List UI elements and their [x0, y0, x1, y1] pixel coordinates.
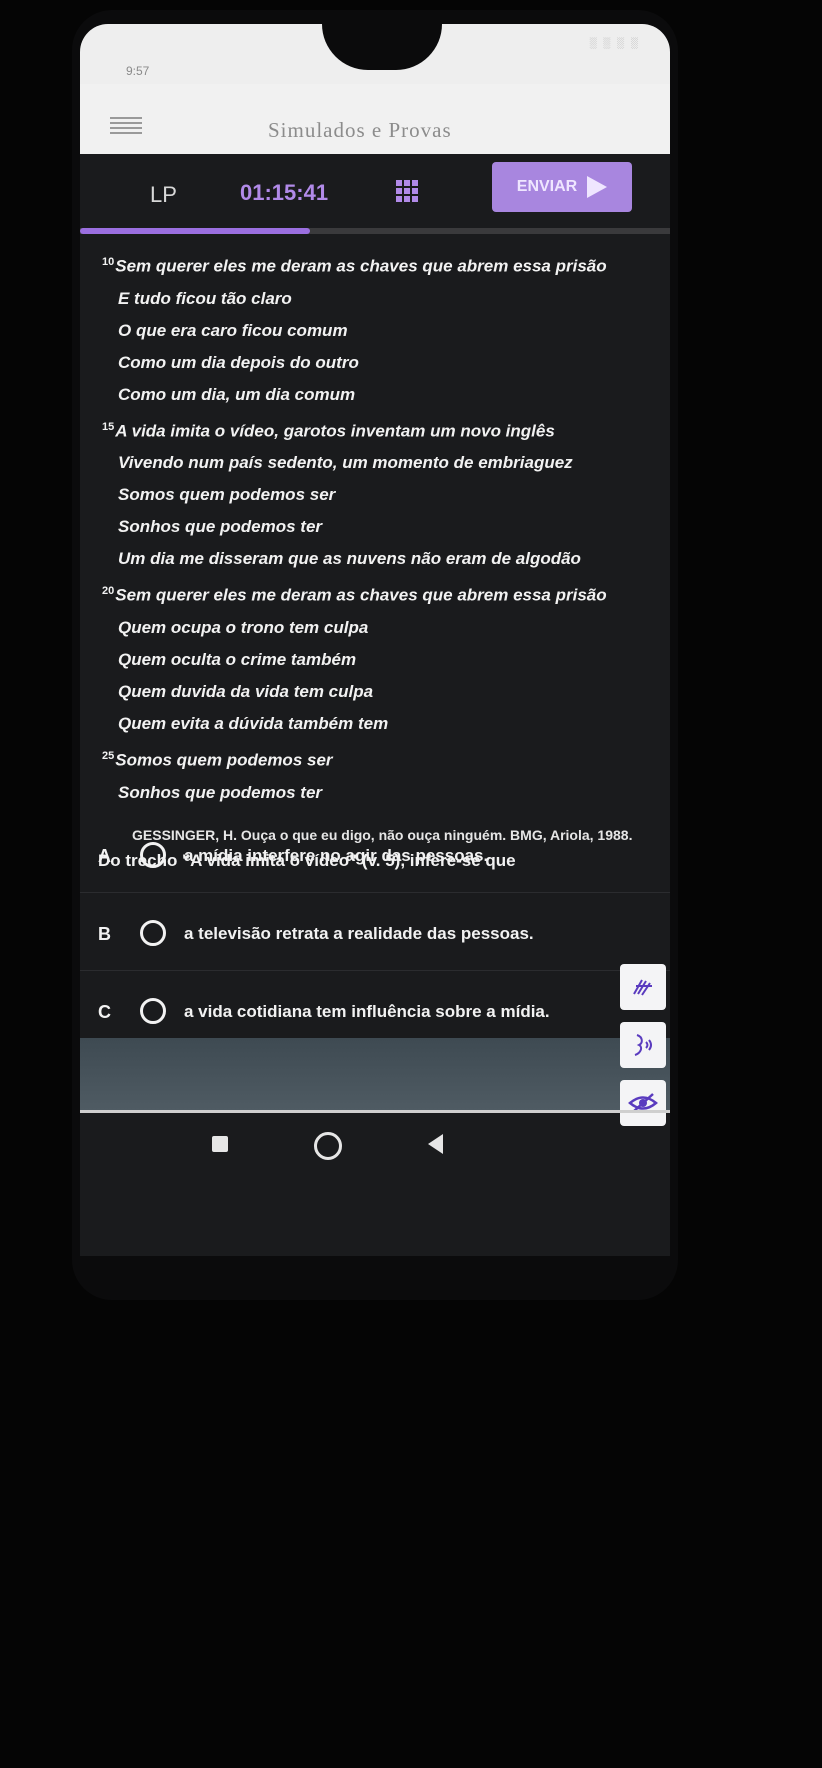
poem-line-text: Quem duvida da vida tem culpa — [118, 681, 374, 701]
poem-line: 15A vida imita o vídeo, garotos inventam… — [98, 411, 658, 448]
poem-line-text: Quem ocupa o trono tem culpa — [118, 617, 369, 637]
poem-line: Como um dia depois do outro — [98, 347, 658, 379]
poem-line: Quem ocupa o trono tem culpa — [98, 612, 658, 644]
option-text: a vida cotidiana tem influência sobre a … — [184, 1002, 550, 1021]
question-grid-icon[interactable] — [396, 180, 418, 202]
poem-line-text: O que era caro ficou comum — [118, 320, 348, 340]
option-a-radio[interactable] — [140, 842, 166, 868]
poem-line-text: Vivendo num país sedento, um momento de … — [118, 453, 573, 473]
poem-text: 10Sem querer eles me deram as chaves que… — [98, 246, 658, 809]
poem-line: Quem oculta o crime também — [98, 644, 658, 676]
exam-progress-fill — [80, 228, 311, 234]
poem-line-text: Somos quem podemos ser — [118, 485, 336, 505]
verse-number: 25 — [102, 749, 115, 762]
poem-line: Sonhos que podemos ter — [98, 511, 658, 543]
poem-line: O que era caro ficou comum — [98, 315, 658, 347]
poem-line-text: Um dia me disseram que as nuvens não era… — [118, 549, 581, 569]
system-nav-bar — [80, 1124, 670, 1184]
option-c-radio[interactable] — [140, 998, 166, 1024]
option-b[interactable]: B a televisão retrata a realidade das pe… — [80, 902, 670, 971]
option-b-radio[interactable] — [140, 920, 166, 946]
audio-speaker-icon — [634, 1034, 652, 1056]
app-header: Simulados e Provas — [80, 84, 670, 154]
send-button-label: ENVIAR — [516, 178, 578, 195]
verse-number: 10 — [102, 256, 115, 268]
poem-line-text: Quem evita a dúvida também tem — [118, 713, 389, 733]
footer-divider — [80, 1110, 670, 1113]
poem-line-text: Como um dia depois do outro — [118, 352, 359, 372]
app-screen: 9:57 ░ ░ ░ ░ Simulados e Provas LP 01:15… — [80, 24, 670, 1256]
option-letter: C — [98, 1002, 111, 1022]
recent-apps-button[interactable] — [212, 1136, 228, 1152]
exam-progress-bar — [80, 228, 670, 234]
poem-line-text: Sonhos que podemos ter — [118, 517, 323, 537]
poem-line: Sonhos que podemos ter — [98, 777, 658, 809]
poem-line: Somos quem podemos ser — [98, 479, 658, 511]
back-button[interactable] — [428, 1134, 443, 1154]
sign-language-button[interactable] — [620, 964, 666, 1010]
question-content: 10Sem querer eles me deram as chaves que… — [98, 246, 658, 871]
poem-line: Quem duvida da vida tem culpa — [98, 676, 658, 708]
send-arrow-icon — [587, 176, 608, 198]
poem-line: 10Sem querer eles me deram as chaves que… — [98, 246, 658, 283]
poem-line-text: Quem oculta o crime também — [118, 649, 357, 669]
poem-line-text: Como um dia, um dia comum — [118, 384, 356, 404]
option-a[interactable]: A a mídia interfere no agir das pessoas. — [80, 824, 670, 893]
option-letter: A — [98, 846, 111, 866]
poem-line-text: Sem querer eles me deram as chaves que a… — [115, 585, 607, 605]
footer-band — [80, 1038, 670, 1110]
app-logo-icon — [110, 114, 142, 137]
poem-line-text: Somos quem podemos ser — [115, 750, 333, 770]
poem-line: Vivendo num país sedento, um momento de … — [98, 447, 658, 479]
hide-button[interactable] — [620, 1080, 666, 1126]
send-button[interactable]: ENVIAR — [492, 162, 632, 212]
poem-line-text: Sonhos que podemos ter — [118, 782, 323, 802]
verse-number: 20 — [102, 585, 115, 598]
exam-timer: 01:15:41 — [240, 180, 329, 205]
status-icons: ░ ░ ░ ░ — [589, 38, 640, 49]
option-letter: B — [98, 924, 111, 944]
poem-line: Quem evita a dúvida também tem — [98, 708, 658, 740]
poem-line: 20Sem querer eles me deram as chaves que… — [98, 575, 658, 612]
home-button[interactable] — [314, 1132, 342, 1160]
verse-number: 15 — [102, 420, 115, 433]
poem-line: 25Somos quem podemos ser — [98, 740, 658, 777]
poem-line-text: E tudo ficou tão claro — [118, 288, 292, 308]
poem-line: E tudo ficou tão claro — [98, 283, 658, 315]
subject-label: LP — [150, 182, 177, 207]
option-text: a mídia interfere no agir das pessoas. — [184, 846, 489, 865]
poem-line-text: Sem querer eles me deram as chaves que a… — [115, 256, 607, 276]
audio-button[interactable] — [620, 1022, 666, 1068]
exam-toolbar: LP 01:15:41 ENVIAR — [80, 154, 670, 228]
poem-line: Um dia me disseram que as nuvens não era… — [98, 543, 658, 575]
poem-line: Como um dia, um dia comum — [98, 379, 658, 411]
option-text: a televisão retrata a realidade das pess… — [184, 924, 534, 943]
camera-notch — [322, 24, 442, 70]
app-title: Simulados e Provas — [268, 118, 452, 142]
status-bar: 9:57 ░ ░ ░ ░ — [80, 24, 670, 84]
sign-language-icon — [633, 979, 652, 996]
poem-line-text: A vida imita o vídeo, garotos inventam u… — [115, 421, 555, 441]
status-time: 9:57 — [126, 64, 150, 78]
